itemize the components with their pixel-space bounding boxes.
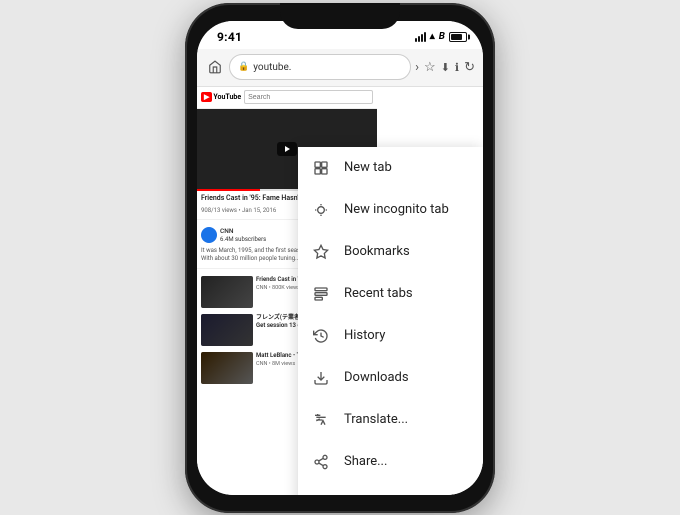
recent-tabs-icon [312,285,330,303]
wifi-icon: ▴ [430,31,435,42]
downloads-label: Downloads [344,370,469,385]
yt-search-input[interactable] [244,90,373,104]
new-tab-icon [312,159,330,177]
yt-logo: ▶ YouTube [201,92,241,102]
menu-item-translate[interactable]: Translate... [298,399,483,441]
related-thumbnail-3 [201,352,253,384]
share-icon [312,453,330,471]
home-button[interactable] [205,57,225,77]
channel-avatar [201,227,217,243]
signal-icon [415,32,426,42]
bookmarks-label: Bookmarks [344,244,469,259]
new-tab-label: New tab [344,160,469,175]
related-thumb-inner-3 [201,352,253,384]
related-thumbnail-2 [201,314,253,346]
phone-screen: 9:41 ▴ B 🔒 youtube [197,21,483,495]
phone-notch [280,3,400,29]
channel-text: CNN 6.4M subscribers [220,227,266,244]
menu-item-history[interactable]: History [298,315,483,357]
page-content: ▶ YouTube Friends Cast in '95: Fame Hasn… [197,87,483,495]
related-thumb-inner [201,276,253,308]
info-button[interactable]: ℹ [455,61,459,74]
incognito-icon [312,201,330,219]
url-text: youtube. [253,62,291,73]
related-thumbnail [201,276,253,308]
menu-item-share[interactable]: Share... [298,441,483,483]
status-time: 9:41 [217,30,242,44]
menu-item-downloads[interactable]: Downloads [298,357,483,399]
url-actions: › ☆ ⬇ ℹ ↻ [415,60,475,75]
refresh-button[interactable]: ↻ [464,60,475,75]
channel-name: CNN [220,227,266,236]
download-button[interactable]: ⬇ [441,61,450,74]
bluetooth-icon: B [439,31,445,42]
menu-item-incognito[interactable]: New incognito tab [298,189,483,231]
share-label: Share... [344,454,469,469]
status-icons: ▴ B [415,31,467,42]
dropdown-menu: New tab New incognito tab [298,147,483,495]
yt-logo-text: YouTube [213,93,241,101]
url-field[interactable]: 🔒 youtube. [229,54,411,80]
phone-frame: 9:41 ▴ B 🔒 youtube [185,3,495,513]
lock-icon: 🔒 [238,62,249,72]
menu-item-bookmarks[interactable]: Bookmarks [298,231,483,273]
related-thumb-inner-2 [201,314,253,346]
history-icon [312,327,330,345]
play-overlay[interactable] [277,142,297,156]
yt-header: ▶ YouTube [197,87,377,109]
recent-tabs-label: Recent tabs [344,286,469,301]
url-bar: 🔒 youtube. › ☆ ⬇ ℹ ↻ [197,49,483,87]
translate-icon [312,411,330,429]
yt-logo-box: ▶ [201,92,212,102]
history-label: History [344,328,469,343]
menu-item-find[interactable]: Find in page [298,483,483,495]
incognito-label: New incognito tab [344,202,469,217]
menu-item-new-tab[interactable]: New tab [298,147,483,189]
downloads-icon [312,369,330,387]
video-progress-fill [197,189,260,191]
back-button[interactable]: › [415,60,419,75]
subscriber-count: 6.4M subscribers [220,236,266,244]
translate-label: Translate... [344,412,469,427]
menu-item-recent-tabs[interactable]: Recent tabs [298,273,483,315]
bookmark-button[interactable]: ☆ [424,60,436,75]
battery-icon [449,32,467,42]
battery-fill [451,34,462,40]
bookmark-icon [312,243,330,261]
